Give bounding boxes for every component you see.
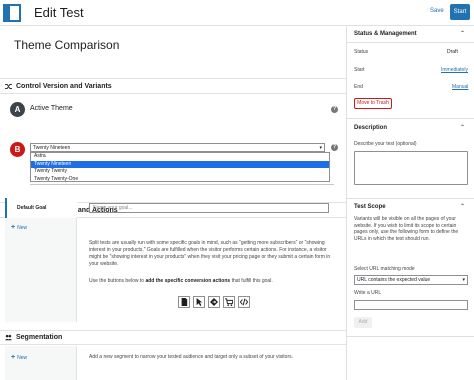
url-matching-mode-select[interactable]: URL contains the expected value ▾ bbox=[354, 275, 468, 285]
form-submit-action-button[interactable] bbox=[208, 296, 220, 308]
end-label: End bbox=[354, 84, 363, 90]
page-icon bbox=[181, 298, 188, 306]
url-matching-mode-value: URL contains the expected value bbox=[357, 277, 431, 283]
divider bbox=[30, 184, 334, 185]
goal-list: Default Goal + New bbox=[5, 198, 77, 322]
goals-description: Split tests are usually run with some sp… bbox=[89, 240, 331, 267]
chevron-up-icon[interactable]: ⌃ bbox=[460, 124, 465, 131]
plus-icon: + bbox=[11, 224, 16, 231]
segmentation-section-title: Segmentation bbox=[16, 334, 63, 341]
add-new-goal-button[interactable]: + New bbox=[11, 224, 27, 231]
end-date-link[interactable]: Manual bbox=[452, 84, 468, 90]
code-icon bbox=[240, 298, 248, 306]
theme-option-twenty-twenty-one[interactable]: Twenty Twenty-One bbox=[31, 176, 329, 184]
start-label: Start bbox=[354, 67, 365, 73]
segment-list: + New bbox=[5, 346, 77, 380]
theme-option-twenty-twenty[interactable]: Twenty Twenty bbox=[31, 168, 329, 176]
goal-name-input[interactable]: Name your goal... bbox=[89, 203, 329, 213]
control-section-title: Control Version and Variants bbox=[16, 83, 112, 90]
chevron-down-icon: ▾ bbox=[319, 145, 322, 151]
divider bbox=[0, 93, 346, 94]
chevron-up-icon[interactable]: ⌃ bbox=[460, 203, 465, 210]
description-label: Describe your test (optional) bbox=[354, 141, 417, 147]
goals-help-prefix: Use the buttons below to bbox=[89, 278, 145, 284]
url-input-label: Write a URL bbox=[354, 290, 382, 296]
scope-description: Variants will be visible on all the page… bbox=[354, 216, 459, 242]
divider bbox=[347, 118, 474, 119]
theme-option-twenty-nineteen[interactable]: Twenty Nineteen bbox=[31, 160, 329, 168]
goals-help-bold: add the specific conversion actions bbox=[145, 278, 231, 284]
divider bbox=[347, 42, 474, 43]
chevron-down-icon: ▾ bbox=[462, 277, 465, 283]
status-value: Draft bbox=[447, 49, 458, 55]
click-action-button[interactable] bbox=[193, 296, 205, 308]
move-to-trash-button[interactable]: Move to Trash bbox=[354, 98, 392, 109]
page-visit-action-button[interactable] bbox=[178, 296, 190, 308]
plus-icon: + bbox=[11, 354, 16, 361]
purchase-action-button[interactable] bbox=[223, 296, 235, 308]
description-panel-heading[interactable]: Description bbox=[354, 125, 387, 131]
segmentation-section-heading: Segmentation bbox=[5, 334, 62, 341]
cursor-icon bbox=[196, 298, 203, 306]
add-url-button[interactable]: Add bbox=[354, 317, 372, 328]
conversion-action-buttons bbox=[178, 296, 250, 308]
top-bar: Edit Test Save Start bbox=[0, 0, 474, 26]
block-editor-logo-icon[interactable] bbox=[2, 3, 22, 23]
url-mode-label: Select URL matching mode bbox=[354, 266, 415, 272]
settings-sidebar: Status & Management ⌃ Status Draft Start… bbox=[346, 26, 474, 380]
add-new-goal-label: New bbox=[17, 224, 28, 231]
divider bbox=[347, 198, 474, 199]
help-icon[interactable]: ? bbox=[331, 106, 338, 113]
theme-option-astra[interactable]: Astra bbox=[31, 153, 329, 161]
divider bbox=[0, 78, 346, 79]
chevron-up-icon[interactable]: ⌃ bbox=[460, 30, 465, 37]
divider bbox=[0, 344, 346, 345]
status-panel-heading[interactable]: Status & Management bbox=[354, 31, 417, 37]
goals-help-suffix: that fulfill this goal. bbox=[231, 278, 273, 284]
divider bbox=[0, 330, 346, 331]
shuffle-icon bbox=[5, 83, 12, 90]
variant-b-theme-select[interactable]: Twenty Nineteen ▾ bbox=[30, 143, 325, 152]
page-title: Theme Comparison bbox=[14, 38, 120, 52]
users-icon bbox=[5, 334, 12, 341]
default-goal-tab[interactable]: Default Goal bbox=[5, 198, 77, 218]
variant-b-badge: B bbox=[10, 142, 25, 157]
diamond-arrow-icon bbox=[210, 298, 218, 306]
variant-a-label: Active Theme bbox=[30, 105, 73, 112]
url-input[interactable] bbox=[354, 300, 468, 310]
add-new-segment-label: New bbox=[17, 354, 28, 361]
cart-icon bbox=[225, 298, 233, 306]
save-button[interactable]: Save bbox=[430, 8, 444, 14]
divider bbox=[347, 336, 474, 337]
editor-title: Edit Test bbox=[34, 5, 84, 20]
add-new-segment-button[interactable]: + New bbox=[11, 354, 27, 361]
start-date-link[interactable]: Immediately bbox=[441, 67, 468, 73]
help-icon[interactable]: ? bbox=[331, 144, 338, 151]
custom-event-action-button[interactable] bbox=[238, 296, 250, 308]
status-label: Status bbox=[354, 49, 369, 55]
variant-a-badge: A bbox=[10, 102, 25, 117]
segmentation-description: Add a new segment to narrow your tested … bbox=[89, 354, 294, 360]
variant-b-selected-value: Twenty Nineteen bbox=[33, 145, 71, 151]
scope-panel-heading[interactable]: Test Scope bbox=[354, 204, 386, 210]
description-textarea[interactable] bbox=[354, 151, 468, 185]
control-section-heading: Control Version and Variants bbox=[5, 83, 112, 90]
start-button[interactable]: Start bbox=[450, 4, 470, 20]
goals-help-text: Use the buttons below to add the specifi… bbox=[89, 278, 337, 284]
theme-dropdown-list: Astra Twenty Nineteen Twenty Twenty Twen… bbox=[30, 152, 330, 182]
